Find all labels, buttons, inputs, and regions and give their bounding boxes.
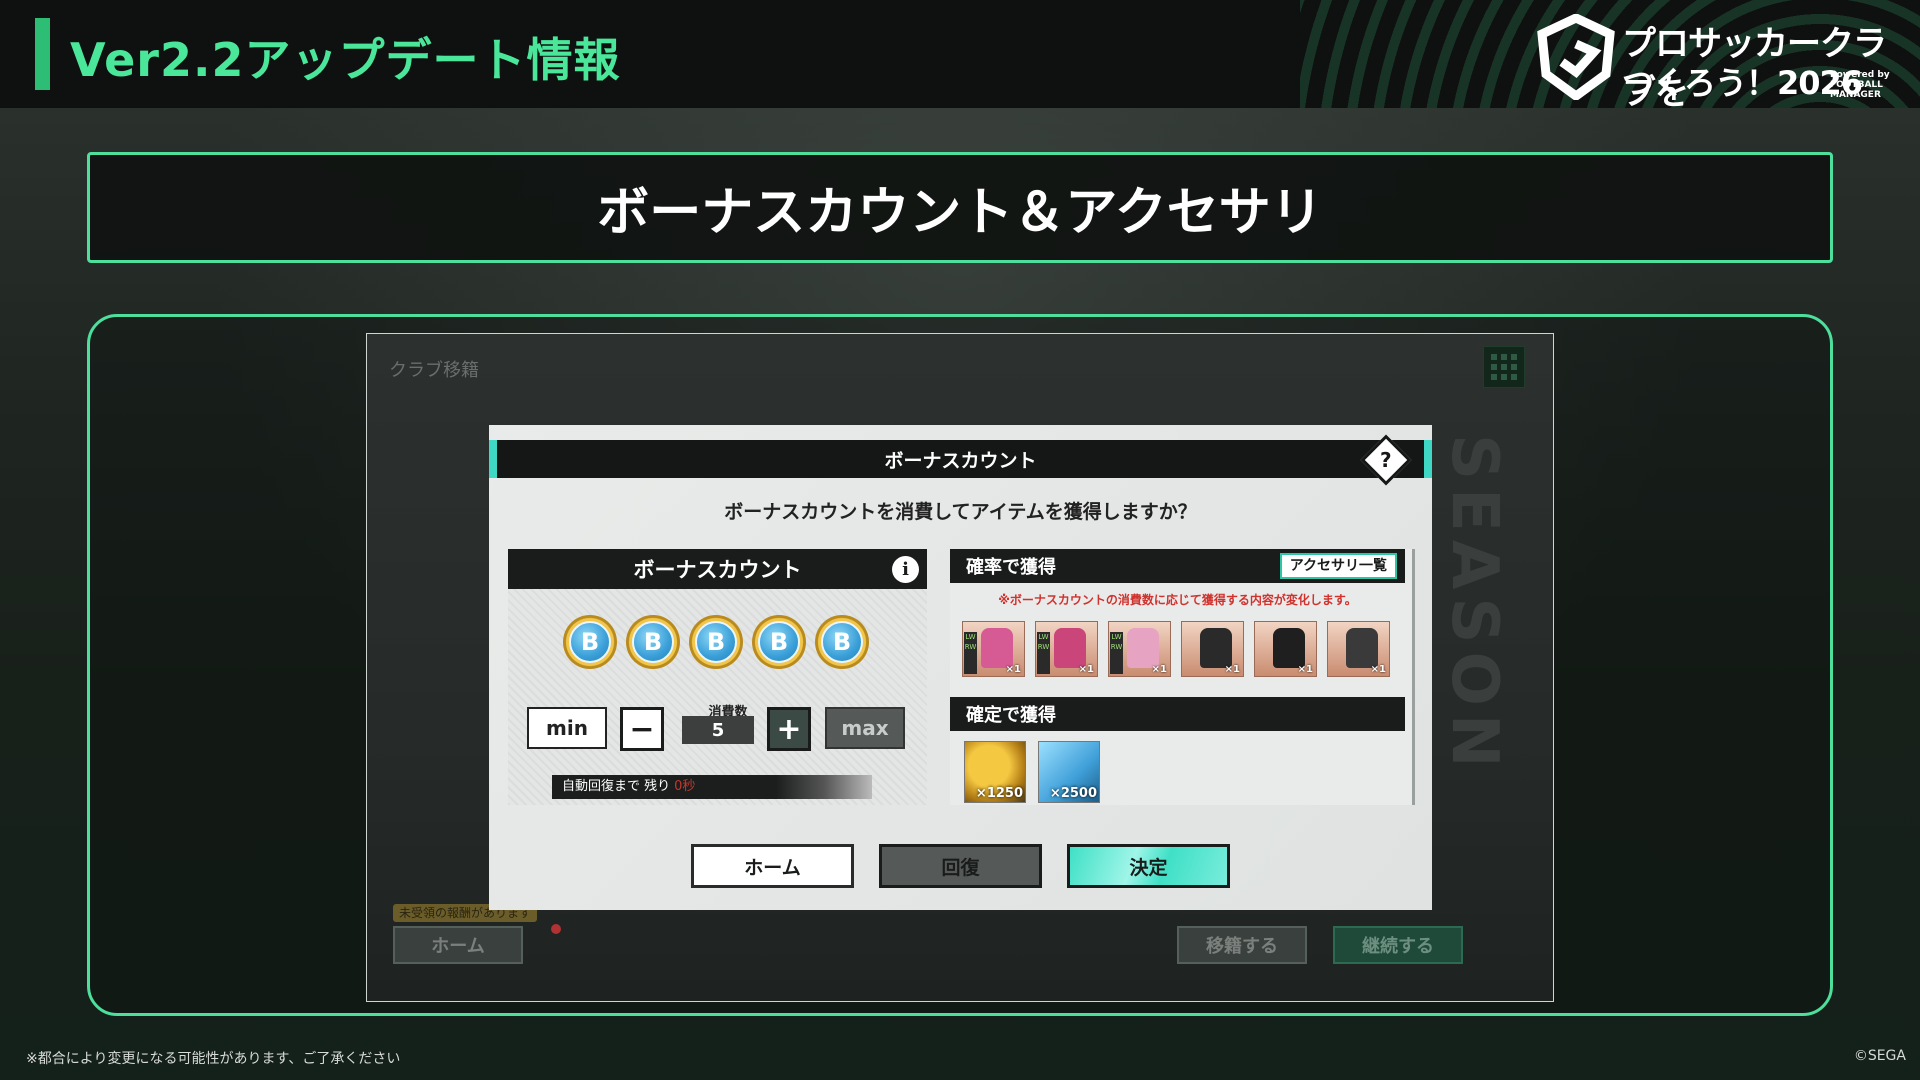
accessory-item-qty: ×1 [1151,664,1167,675]
accessory-item-icon [981,628,1013,668]
accessory-item-qty: ×1 [1297,664,1313,675]
random-reward-note: ※ボーナスカウントの消費数に応じて獲得する内容が変化します。 [998,593,1357,607]
accessory-item-icon [1054,628,1086,668]
bonus-coin-icon: B [626,615,680,669]
rewards-panel: 確率で獲得 アクセサリ一覧 ※ボーナスカウントの消費数に応じて獲得する内容が変化… [950,549,1415,805]
logo-text-line2: つくろう！2026 [1622,64,1863,102]
copyright: ©SEGA [1853,1048,1906,1064]
fixed-reward-qty: ×1250 [975,786,1023,801]
accessory-item-qty: ×1 [1005,664,1021,675]
increment-button[interactable]: + [767,707,811,751]
logo-powered-by: Powered by FOOTBALL MANAGER [1830,70,1890,100]
fixed-reward-header: 確定で獲得 [950,697,1405,731]
accessory-position-badge: LW RW [1037,632,1050,674]
page-title: Ver2.2アップデート情報 [70,33,621,87]
bonus-coin-icon: B [689,615,743,669]
random-reward-items: LW RW ×1 LW RW ×1 LW RW ×1 ×1 ×1 ×1 [962,621,1390,677]
accessory-item-pink-boots[interactable]: LW RW ×1 [1035,621,1098,677]
transfer-button[interactable]: 移籍する [1177,926,1307,964]
bonus-coin-icon: B [752,615,806,669]
random-reward-title: 確率で獲得 [966,557,1056,578]
section-title-box: ボーナスカウント＆アクセサリ [87,152,1833,263]
bonus-count-panel-title: ボーナスカウント [633,558,802,582]
accessory-item-qty: ×1 [1224,664,1240,675]
bonus-coin-letter: B [569,621,611,663]
max-button[interactable]: max [825,707,905,749]
notification-dot [551,924,561,934]
title-accent-bar [35,18,50,90]
menu-grid-icon[interactable] [1483,346,1525,388]
home-button[interactable]: ホーム [691,844,854,888]
game-logo: プロサッカークラブを つくろう！2026 Powered by FOOTBALL… [1536,12,1896,108]
accessory-item-pink-jacket[interactable]: LW RW ×1 [962,621,1025,677]
bonus-coin-letter: B [821,621,863,663]
accessory-item-black-headband[interactable]: ×1 [1327,621,1390,677]
fixed-reward-title: 確定で獲得 [966,705,1056,726]
dialog-question: ボーナスカウントを消費してアイテムを獲得しますか？ [724,501,1197,523]
auto-recover-bar: 自動回復まで 残り 0秒 [552,775,872,799]
fixed-reward-blue[interactable]: ×2500 [1038,741,1100,803]
accessory-item-icon [1200,628,1232,668]
bonus-count-panel: ボーナスカウント i B B B B B 消費数 min − 5 + max 自… [508,549,927,805]
random-reward-header: 確率で獲得 アクセサリ一覧 [950,549,1405,583]
dialog-header: ボーナスカウント ? [489,434,1432,486]
accessory-item-black-shirt[interactable]: ×1 [1181,621,1244,677]
accessory-list-button[interactable]: アクセサリ一覧 [1279,553,1397,579]
bonus-coin-icon: B [815,615,869,669]
fixed-reward-qty: ×2500 [1049,786,1097,801]
recover-button[interactable]: 回復 [879,844,1042,888]
accessory-item-icon [1346,628,1378,668]
consume-count-value: 5 [682,716,754,744]
header-left-accent [489,440,497,478]
section-title: ボーナスカウント＆アクセサリ [597,183,1323,243]
accessory-item-icon [1273,628,1305,668]
accessory-position-badge: LW RW [1110,632,1123,674]
confirm-button[interactable]: 決定 [1067,844,1230,888]
bonus-coins: B B B B B [563,615,869,669]
bonus-coin-letter: B [758,621,800,663]
bonus-count-dialog: ボーナスカウント ? ボーナスカウントを消費してアイテムを獲得しますか？ ボーナ… [489,425,1432,910]
auto-recover-remaining: 0秒 [674,779,696,794]
header-right-accent [1424,440,1432,478]
accessory-item-black-shorts[interactable]: ×1 [1254,621,1317,677]
season-watermark: SEASON [1437,434,1511,776]
bonus-coin-letter: B [632,621,674,663]
decrement-button[interactable]: − [620,707,664,751]
info-icon[interactable]: i [892,556,919,583]
accessory-item-icon [1127,628,1159,668]
accessory-item-qty: ×1 [1078,664,1094,675]
logo-mark-icon [1537,14,1615,100]
continue-button[interactable]: 継続する [1333,926,1463,964]
auto-recover-label: 自動回復まで 残り [562,779,671,794]
dialog-title: ボーナスカウント [884,449,1037,472]
min-button[interactable]: min [527,707,607,749]
help-icon[interactable]: ? [1360,434,1412,486]
bonus-coin-icon: B [563,615,617,669]
accessory-item-pink-headband[interactable]: LW RW ×1 [1108,621,1171,677]
fixed-reward-gold[interactable]: ×1250 [964,741,1026,803]
game-home-button[interactable]: ホーム [393,926,523,964]
game-screen-title: クラブ移籍 [389,360,479,381]
bonus-count-panel-header: ボーナスカウント i [508,549,927,589]
fixed-reward-items: ×1250 ×2500 [964,741,1100,803]
accessory-item-qty: ×1 [1370,664,1386,675]
accessory-position-badge: LW RW [964,632,977,674]
page-header: Ver2.2アップデート情報 プロサッカークラブを つくろう！2026 Powe… [0,0,1920,108]
footer-disclaimer: ※都合により変更になる可能性があります、ご了承ください [26,1051,401,1067]
bonus-coin-letter: B [695,621,737,663]
